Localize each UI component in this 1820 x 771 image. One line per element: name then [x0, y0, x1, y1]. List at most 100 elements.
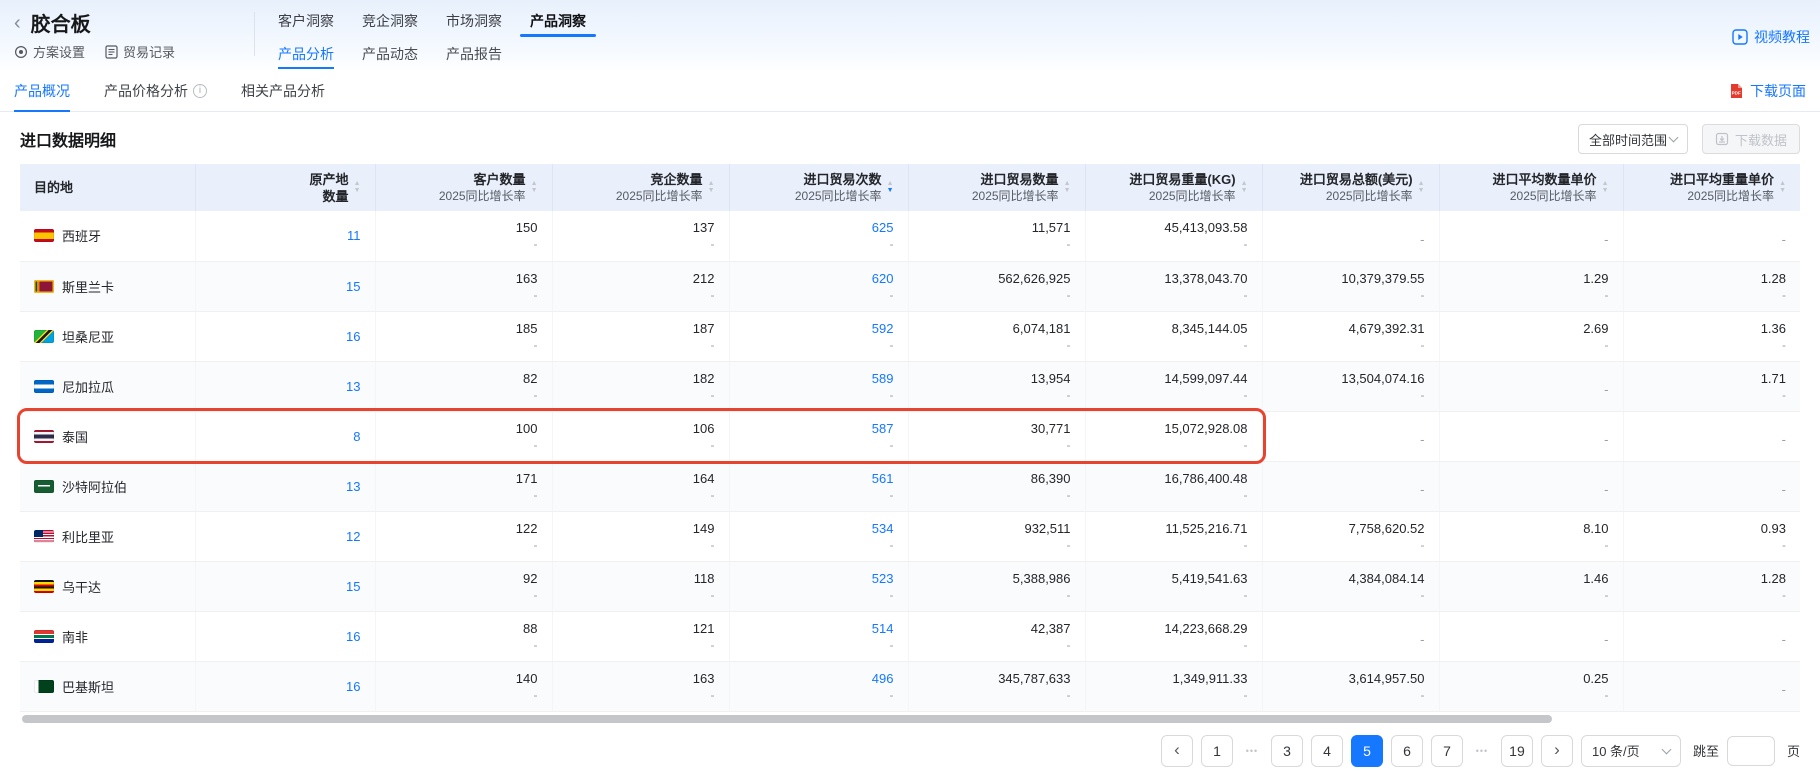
empty-value: -	[1638, 432, 1787, 448]
country-name: 巴基斯坦	[62, 677, 114, 696]
column-header-avg_weight_price[interactable]: 进口平均重量单价2025同比增长率▲▼	[1623, 164, 1800, 211]
quantity-cell: 86,390-	[908, 461, 1085, 511]
thailand-flag-icon	[34, 430, 54, 443]
trade-records-button[interactable]: 贸易记录	[105, 42, 175, 61]
trade-count-link[interactable]: 620	[744, 270, 894, 287]
growth-value: -	[390, 437, 538, 453]
country-name: 南非	[62, 627, 88, 646]
column-header-customers[interactable]: 客户数量2025同比增长率▲▼	[375, 164, 552, 211]
amount-cell: 4,679,392.31-	[1262, 311, 1439, 361]
trade-count-link[interactable]: 534	[744, 520, 894, 537]
origin-count-link[interactable]: 15	[346, 579, 360, 594]
next-page-button[interactable]: ›	[1541, 735, 1573, 767]
back-button[interactable]: ‹	[14, 13, 21, 33]
column-title: 目的地	[34, 179, 73, 196]
country-name: 乌干达	[62, 577, 101, 596]
customers-cell: 163-	[375, 261, 552, 311]
amount-cell: 13,504,074.16-	[1262, 361, 1439, 411]
trades-cell: 496-	[729, 661, 908, 711]
origin-count-link[interactable]: 13	[346, 379, 360, 394]
origin-count-link[interactable]: 12	[346, 529, 360, 544]
table-row-liberia: 利比里亚12122-149-534-932,511-11,525,216.71-…	[20, 511, 1800, 561]
column-header-avg_quantity_price[interactable]: 进口平均数量单价2025同比增长率▲▼	[1439, 164, 1623, 211]
growth-value: -	[1100, 687, 1248, 703]
amount-cell: 10,379,379.55-	[1262, 261, 1439, 311]
sort-down-icon: ▼	[708, 188, 715, 194]
quantity-cell: 42,387-	[908, 611, 1085, 661]
trade-count-link[interactable]: 625	[744, 219, 894, 236]
page-button-19[interactable]: 19	[1501, 735, 1533, 767]
growth-value: -	[744, 637, 894, 653]
tab-related-product-analysis[interactable]: 相关产品分析	[241, 70, 325, 111]
column-header-origin_count[interactable]: 原产地数量▲▼	[195, 164, 375, 211]
prev-page-button[interactable]: ‹	[1161, 735, 1193, 767]
time-range-select[interactable]: 全部时间范围	[1578, 124, 1688, 154]
tab-product-overview-label: 产品概况	[14, 81, 70, 101]
trade-count-link[interactable]: 496	[744, 670, 894, 687]
page-button-7[interactable]: 7	[1431, 735, 1463, 767]
origin-count-link[interactable]: 11	[347, 228, 361, 243]
column-header-content: 进口贸易重量(KG)2025同比增长率▲▼	[1100, 171, 1248, 205]
plan-settings-button[interactable]: 方案设置	[14, 42, 85, 61]
page-button-1[interactable]: 1	[1201, 735, 1233, 767]
avg_quantity_price-cell: 0.25-	[1439, 661, 1623, 711]
page-button-4[interactable]: 4	[1311, 735, 1343, 767]
trade-count-link[interactable]: 589	[744, 370, 894, 387]
avg_quantity_price-cell: -	[1439, 361, 1623, 411]
content-area: 进口数据明细 全部时间范围 下载数据 目的地原产地数量▲▼客户数量2025同比增…	[0, 112, 1820, 767]
column-header-quantity[interactable]: 进口贸易数量2025同比增长率▲▼	[908, 164, 1085, 211]
growth-value: -	[390, 687, 538, 703]
growth-value: -	[1638, 287, 1787, 303]
page-size-select[interactable]: 10 条/页	[1581, 735, 1681, 767]
trades-cell: 592-	[729, 311, 908, 361]
column-title: 原产地	[310, 171, 349, 188]
growth-value: -	[1100, 387, 1248, 403]
growth-value: -	[923, 287, 1071, 303]
avg_weight_price-cell: 1.28-	[1623, 261, 1800, 311]
pagination: ‹1•••34567•••19›10 条/页跳至页	[20, 735, 1800, 767]
trade-count-link[interactable]: 514	[744, 620, 894, 637]
trade-count-link[interactable]: 561	[744, 470, 894, 487]
origin-count-link[interactable]: 13	[346, 479, 360, 494]
origin-count-link[interactable]: 8	[353, 429, 360, 444]
trade-count-link[interactable]: 592	[744, 320, 894, 337]
column-header-weight[interactable]: 进口贸易重量(KG)2025同比增长率▲▼	[1085, 164, 1262, 211]
page-button-5[interactable]: 5	[1351, 735, 1383, 767]
column-header-destination: 目的地	[20, 164, 195, 211]
growth-value: -	[744, 287, 894, 303]
trade-count-link[interactable]: 587	[744, 420, 894, 437]
tab-product-price-analysis[interactable]: 产品价格分析 i	[104, 70, 207, 111]
origin-count-link[interactable]: 15	[346, 279, 360, 294]
download-page-button[interactable]: PDF 下载页面	[1729, 81, 1806, 101]
page-button-6[interactable]: 6	[1391, 735, 1423, 767]
trades-cell: 589-	[729, 361, 908, 411]
video-tutorial-button[interactable]: 视频教程	[1732, 27, 1810, 47]
tab-product-insight[interactable]: 产品洞察	[516, 0, 600, 37]
download-data-button[interactable]: 下载数据	[1702, 124, 1800, 154]
origin-count-link[interactable]: 16	[346, 329, 360, 344]
growth-value: -	[923, 687, 1071, 703]
origin-count-link[interactable]: 16	[346, 629, 360, 644]
column-header-amount[interactable]: 进口贸易总额(美元)2025同比增长率▲▼	[1262, 164, 1439, 211]
jump-page-input[interactable]	[1727, 736, 1775, 766]
tab-product-dynamics[interactable]: 产品动态	[348, 37, 432, 70]
origin-count-cell: 16	[195, 311, 375, 361]
empty-value: -	[1638, 682, 1787, 698]
scrollbar-thumb[interactable]	[22, 715, 1552, 723]
column-header-trades[interactable]: 进口贸易次数2025同比增长率▲▼	[729, 164, 908, 211]
tab-product-analysis[interactable]: 产品分析	[264, 37, 348, 70]
tab-product-report[interactable]: 产品报告	[432, 37, 516, 70]
info-icon[interactable]: i	[193, 84, 207, 98]
tab-product-overview[interactable]: 产品概况	[14, 70, 70, 111]
tab-competitor-insight[interactable]: 竞企洞察	[348, 0, 432, 37]
table-header-row: 目的地 原产地数量▲▼客户数量2025同比增长率▲▼竞企数量2025同比增长率▲▼…	[20, 164, 1800, 211]
tab-market-insight[interactable]: 市场洞察	[432, 0, 516, 37]
tab-customer-insight[interactable]: 客户洞察	[264, 0, 348, 37]
page-button-3[interactable]: 3	[1271, 735, 1303, 767]
column-header-competitors[interactable]: 竞企数量2025同比增长率▲▼	[552, 164, 729, 211]
trades-cell: 534-	[729, 511, 908, 561]
trade-count-link[interactable]: 523	[744, 570, 894, 587]
cell-value: 118	[567, 570, 715, 587]
origin-count-link[interactable]: 16	[346, 679, 360, 694]
cell-value: 42,387	[923, 620, 1071, 637]
